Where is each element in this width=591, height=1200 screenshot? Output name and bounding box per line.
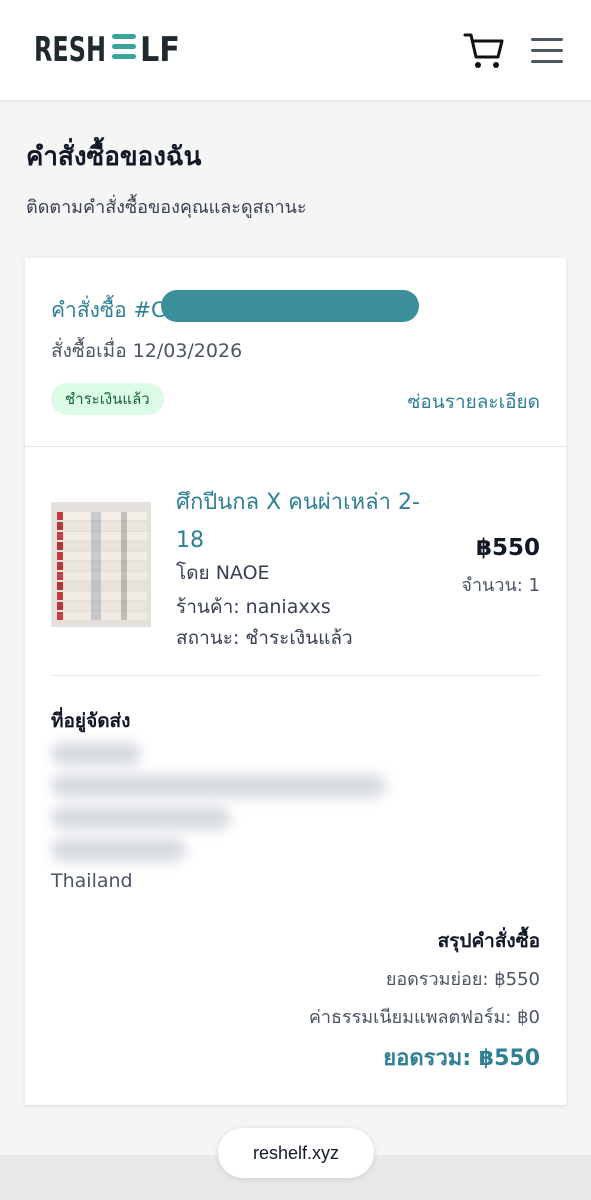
divider	[25, 446, 566, 447]
browser-url-pill[interactable]: reshelf.xyz	[218, 1128, 374, 1178]
product-author: โดย NAOE	[176, 562, 270, 584]
blurred-address-line	[51, 806, 231, 830]
order-id: คำสั่งซื้อ #C	[51, 298, 166, 322]
app-header: RESH LF	[0, 0, 591, 100]
manga-stack-image	[51, 502, 151, 627]
reshelf-logo[interactable]: RESH LF	[34, 26, 184, 70]
product-status: สถานะ: ชำระเงินแล้ว	[176, 627, 353, 649]
address-country: Thailand	[51, 870, 133, 892]
product-title-link[interactable]: ศึกปีนกล X คนผ่าเหล่า 2-18	[176, 484, 436, 560]
menu-button[interactable]	[528, 34, 566, 68]
blurred-address-line	[51, 742, 141, 766]
cart-icon	[463, 33, 504, 68]
summary-platform-fee: ค่าธรรมเนียมแพลตฟอร์ม: ฿0	[308, 1007, 540, 1028]
shipping-address-heading: ที่อยู่จัดส่ง	[51, 710, 131, 732]
status-badge: ชำระเงินแล้ว	[51, 383, 164, 415]
svg-text:RESH: RESH	[34, 30, 106, 70]
summary-subtotal: ยอดรวมย่อย: ฿550	[385, 969, 540, 990]
divider	[51, 675, 540, 676]
blurred-address-line	[51, 838, 186, 862]
product-shop: ร้านค้า: naniaxxs	[176, 596, 331, 618]
cart-button[interactable]	[462, 30, 506, 72]
page-subtitle: ติดตามคำสั่งซื้อของคุณและดูสถานะ	[26, 197, 307, 218]
product-price: ฿550	[475, 535, 540, 561]
page-title: คำสั่งซื้อของฉัน	[26, 142, 202, 172]
hamburger-menu-icon	[531, 38, 563, 63]
svg-text:LF: LF	[140, 30, 180, 70]
order-summary-heading: สรุปคำสั่งซื้อ	[437, 930, 540, 952]
product-quantity: จำนวน: 1	[461, 575, 540, 596]
summary-total: ยอดรวม: ฿550	[383, 1046, 540, 1071]
hide-details-link[interactable]: ซ่อนรายละเอียด	[407, 387, 540, 417]
order-card: คำสั่งซื้อ #C สั่งซื้อเมื่อ 12/03/2026 ช…	[25, 258, 566, 1105]
product-image[interactable]	[51, 502, 151, 627]
order-date: สั่งซื้อเมื่อ 12/03/2026	[51, 340, 243, 362]
redacted-order-number	[161, 290, 419, 322]
blurred-address-line	[51, 774, 386, 798]
